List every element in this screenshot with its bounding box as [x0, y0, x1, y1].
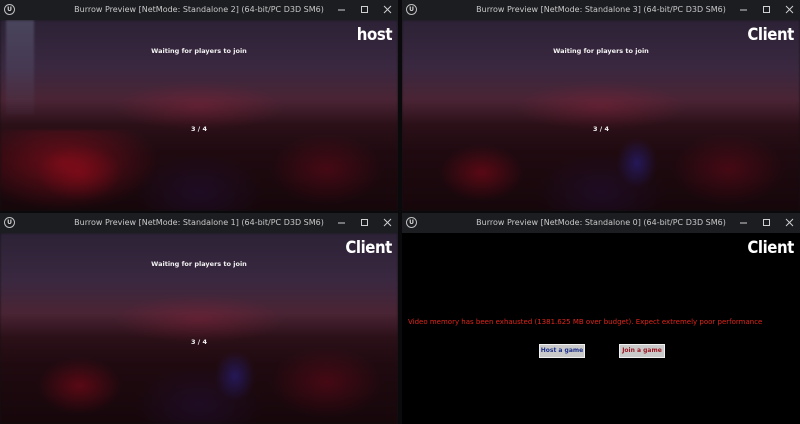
role-label: host [356, 25, 393, 45]
game-window-standalone-3[interactable]: U Burrow Preview [NetMode: Standalone 3]… [402, 0, 800, 211]
game-viewport[interactable]: Client Waiting for players to join 3 / 4 [0, 233, 398, 424]
close-icon[interactable] [778, 213, 800, 233]
game-viewport[interactable]: Client Waiting for players to join 3 / 4 [402, 20, 800, 211]
join-game-button[interactable]: Join a game [619, 344, 665, 358]
waiting-message: Waiting for players to join [553, 47, 649, 55]
player-count: 3 / 4 [191, 125, 207, 133]
game-viewport[interactable]: host Waiting for players to join 3 / 4 [0, 20, 398, 211]
host-game-button[interactable]: Host a game [539, 344, 585, 358]
viewport-background [402, 233, 800, 424]
waiting-message: Waiting for players to join [151, 260, 247, 268]
title-bar[interactable]: U Burrow Preview [NetMode: Standalone 3]… [402, 0, 800, 21]
minimize-icon[interactable] [330, 0, 352, 20]
title-bar[interactable]: U Burrow Preview [NetMode: Standalone 1]… [0, 213, 398, 234]
close-icon[interactable] [778, 0, 800, 20]
role-label: Client [345, 238, 392, 258]
minimize-icon[interactable] [330, 213, 352, 233]
video-memory-warning: Video memory has been exhausted (1381.62… [408, 318, 763, 326]
maximize-icon[interactable] [755, 213, 777, 233]
title-bar[interactable]: U Burrow Preview [NetMode: Standalone 2]… [0, 0, 398, 21]
minimize-icon[interactable] [732, 213, 754, 233]
maximize-icon[interactable] [755, 0, 777, 20]
game-window-standalone-1[interactable]: U Burrow Preview [NetMode: Standalone 1]… [0, 213, 398, 424]
title-bar[interactable]: U Burrow Preview [NetMode: Standalone 0]… [402, 213, 800, 234]
role-label: Client [747, 238, 794, 258]
close-icon[interactable] [376, 213, 398, 233]
game-window-standalone-0[interactable]: U Burrow Preview [NetMode: Standalone 0]… [402, 213, 800, 424]
player-count: 3 / 4 [593, 125, 609, 133]
maximize-icon[interactable] [353, 213, 375, 233]
player-count: 3 / 4 [191, 338, 207, 346]
maximize-icon[interactable] [353, 0, 375, 20]
role-label: Client [747, 25, 794, 45]
game-window-standalone-2[interactable]: U Burrow Preview [NetMode: Standalone 2]… [0, 0, 398, 211]
minimize-icon[interactable] [732, 0, 754, 20]
game-viewport[interactable]: Client Video memory has been exhausted (… [402, 233, 800, 424]
waiting-message: Waiting for players to join [151, 47, 247, 55]
close-icon[interactable] [376, 0, 398, 20]
